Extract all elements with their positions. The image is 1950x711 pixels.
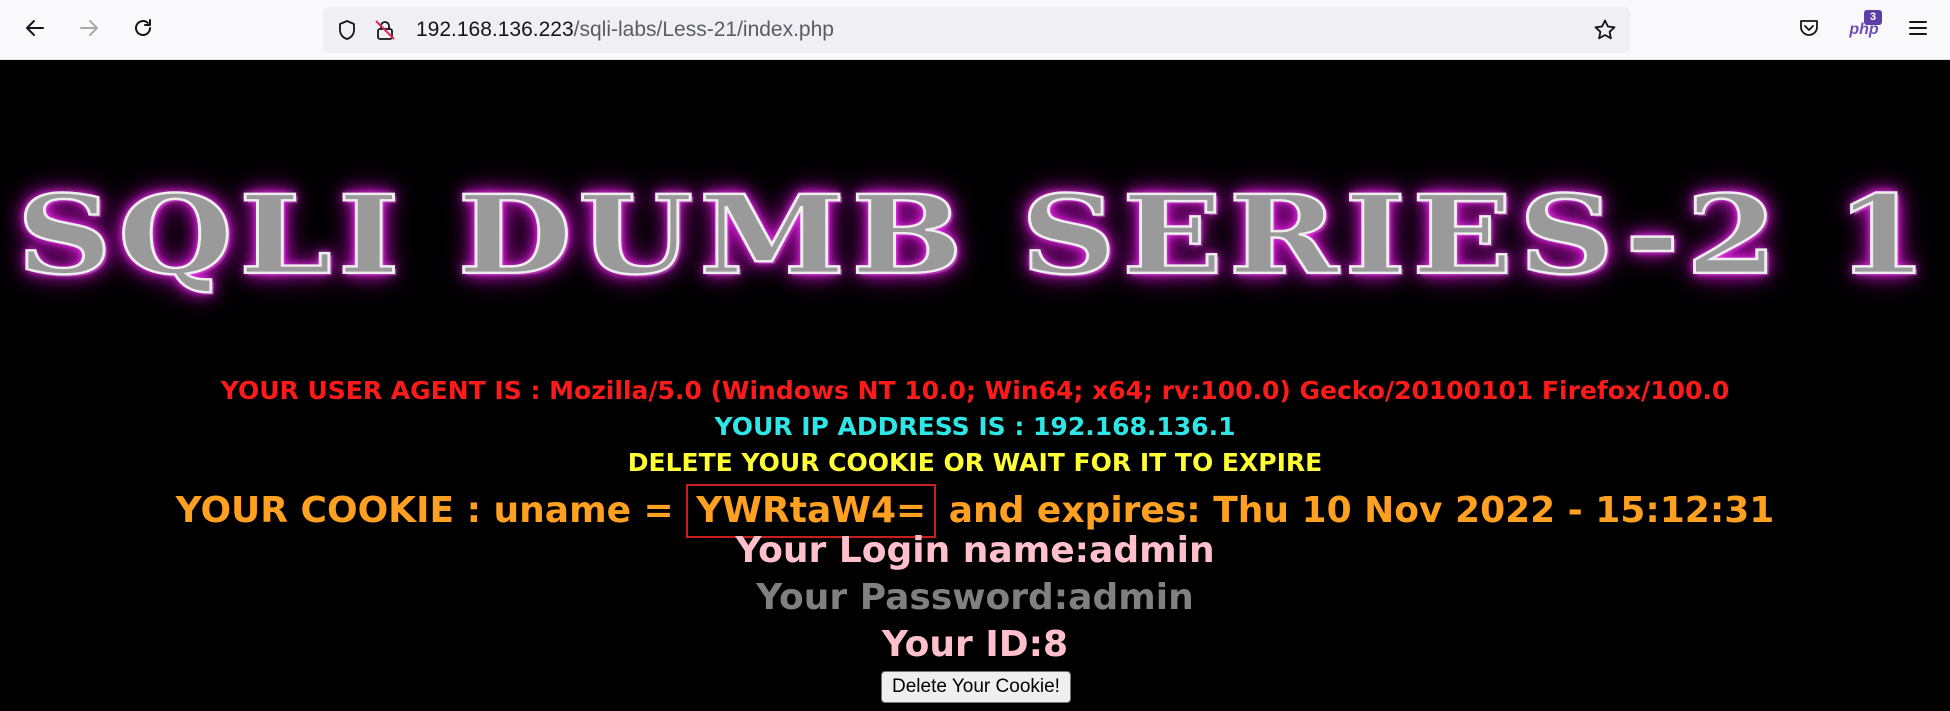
shield-icon[interactable] bbox=[335, 18, 359, 42]
ip-address-line: YOUR IP ADDRESS IS : 192.168.136.1 bbox=[714, 412, 1236, 441]
url-text[interactable]: 192.168.136.223/sqli-labs/Less-21/index.… bbox=[416, 7, 834, 53]
cookie-prefix: YOUR COOKIE : uname = bbox=[175, 490, 687, 531]
arrow-left-icon bbox=[24, 17, 46, 43]
forward-button[interactable] bbox=[71, 12, 107, 48]
delete-cookie-button[interactable]: Delete Your Cookie! bbox=[881, 671, 1071, 703]
arrow-right-icon bbox=[78, 17, 100, 43]
php-extension-button[interactable]: php 3 bbox=[1846, 10, 1882, 48]
browser-toolbar: 192.168.136.223/sqli-labs/Less-21/index.… bbox=[0, 0, 1950, 60]
pocket-icon bbox=[1798, 17, 1820, 43]
url-host: 192.168.136.223 bbox=[416, 18, 574, 41]
password-line: Your Password:admin bbox=[756, 577, 1194, 618]
reload-button[interactable] bbox=[125, 12, 161, 48]
back-button[interactable] bbox=[17, 12, 53, 48]
login-name-line: Your Login name:admin bbox=[735, 530, 1215, 571]
cookie-expiry: and expires: Thu 10 Nov 2022 - 15:12:31 bbox=[936, 490, 1775, 531]
extension-badge: 3 bbox=[1864, 10, 1882, 25]
user-id-line: Your ID:8 bbox=[881, 624, 1069, 665]
user-agent-line: YOUR USER AGENT IS : Mozilla/5.0 (Window… bbox=[220, 376, 1730, 405]
menu-button[interactable] bbox=[1900, 12, 1936, 48]
page-banner: SQLI DUMB SERIES-2 1 bbox=[15, 165, 1929, 305]
insecure-lock-icon[interactable] bbox=[373, 18, 397, 42]
banner-title: SQLI DUMB SERIES-2 1 bbox=[15, 170, 1934, 300]
reload-icon bbox=[132, 17, 154, 43]
hamburger-menu-icon bbox=[1908, 19, 1928, 41]
pocket-button[interactable] bbox=[1791, 12, 1827, 48]
delete-cookie-notice: DELETE YOUR COOKIE OR WAIT FOR IT TO EXP… bbox=[627, 448, 1323, 477]
star-icon[interactable] bbox=[1593, 18, 1617, 42]
address-bar[interactable]: 192.168.136.223/sqli-labs/Less-21/index.… bbox=[323, 7, 1630, 53]
url-path: /sqli-labs/Less-21/index.php bbox=[573, 18, 834, 41]
